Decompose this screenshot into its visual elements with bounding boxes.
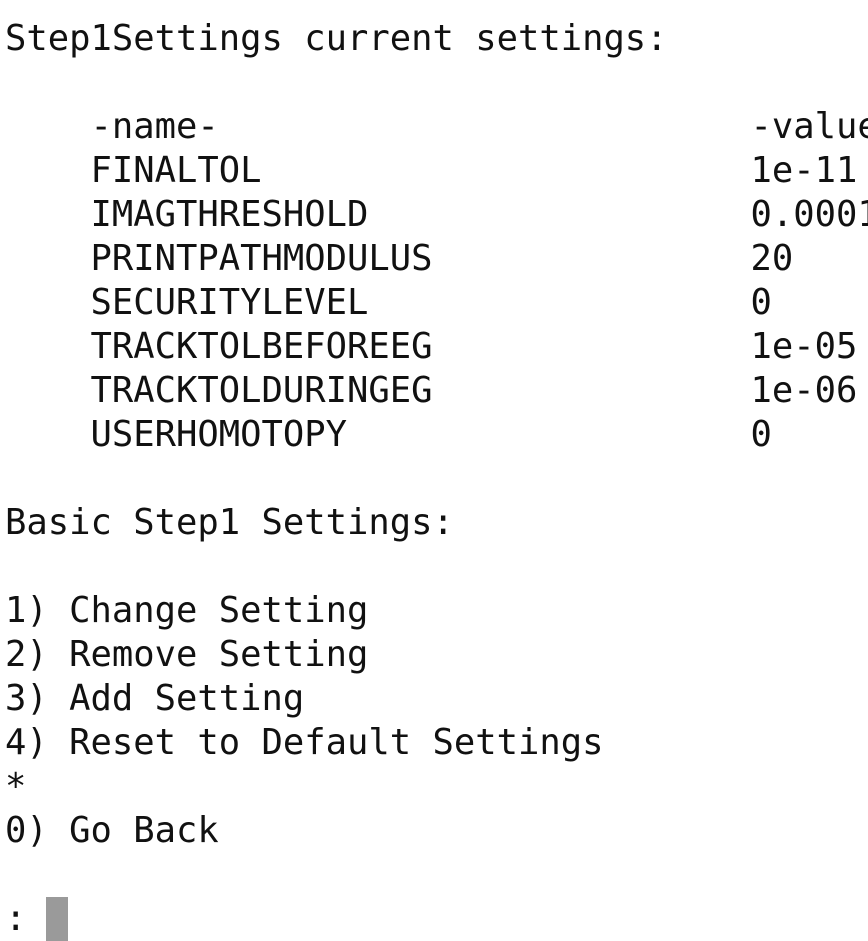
setting-value: 1e-06 xyxy=(751,369,858,413)
prompt-symbol: : xyxy=(5,897,26,941)
menu-item-remove-setting: 2) Remove Setting xyxy=(5,633,865,677)
setting-name: SECURITYLEVEL xyxy=(91,281,751,325)
menu-item-go-back: 0) Go Back xyxy=(5,809,865,853)
menu-item-reset-defaults: 4) Reset to Default Settings xyxy=(5,721,865,765)
setting-value: 1e-05 xyxy=(751,325,858,369)
column-header-name: -name- xyxy=(91,105,751,149)
blank-line xyxy=(5,457,865,501)
setting-name: PRINTPATHMODULUS xyxy=(91,237,751,281)
setting-name: TRACKTOLBEFOREEG xyxy=(91,325,751,369)
command-prompt[interactable]: : xyxy=(5,897,865,941)
menu-separator: * xyxy=(5,765,865,809)
setting-value: 20 xyxy=(751,237,794,281)
column-header-value: -value- xyxy=(751,105,868,149)
menu-item-add-setting: 3) Add Setting xyxy=(5,677,865,721)
setting-name: TRACKTOLDURINGEG xyxy=(91,369,751,413)
blank-line xyxy=(5,545,865,589)
setting-name: IMAGTHRESHOLD xyxy=(91,193,751,237)
setting-value: 0 xyxy=(751,281,772,325)
menu-item-change-setting: 1) Change Setting xyxy=(5,589,865,633)
setting-name: USERHOMOTOPY xyxy=(91,413,751,457)
settings-header: Step1Settings current settings: xyxy=(5,17,865,61)
setting-value: 1e-11 xyxy=(751,149,858,193)
setting-name: FINALTOL xyxy=(91,149,751,193)
setting-value: 0.0001 xyxy=(751,193,868,237)
text-cursor[interactable] xyxy=(46,897,68,941)
table-header: -name--value- xyxy=(5,61,865,105)
blank-line xyxy=(5,853,865,897)
setting-value: 0 xyxy=(751,413,772,457)
terminal-output: Step1Settings current settings: -name--v… xyxy=(5,17,865,941)
menu-title: Basic Step1 Settings: xyxy=(5,501,865,545)
